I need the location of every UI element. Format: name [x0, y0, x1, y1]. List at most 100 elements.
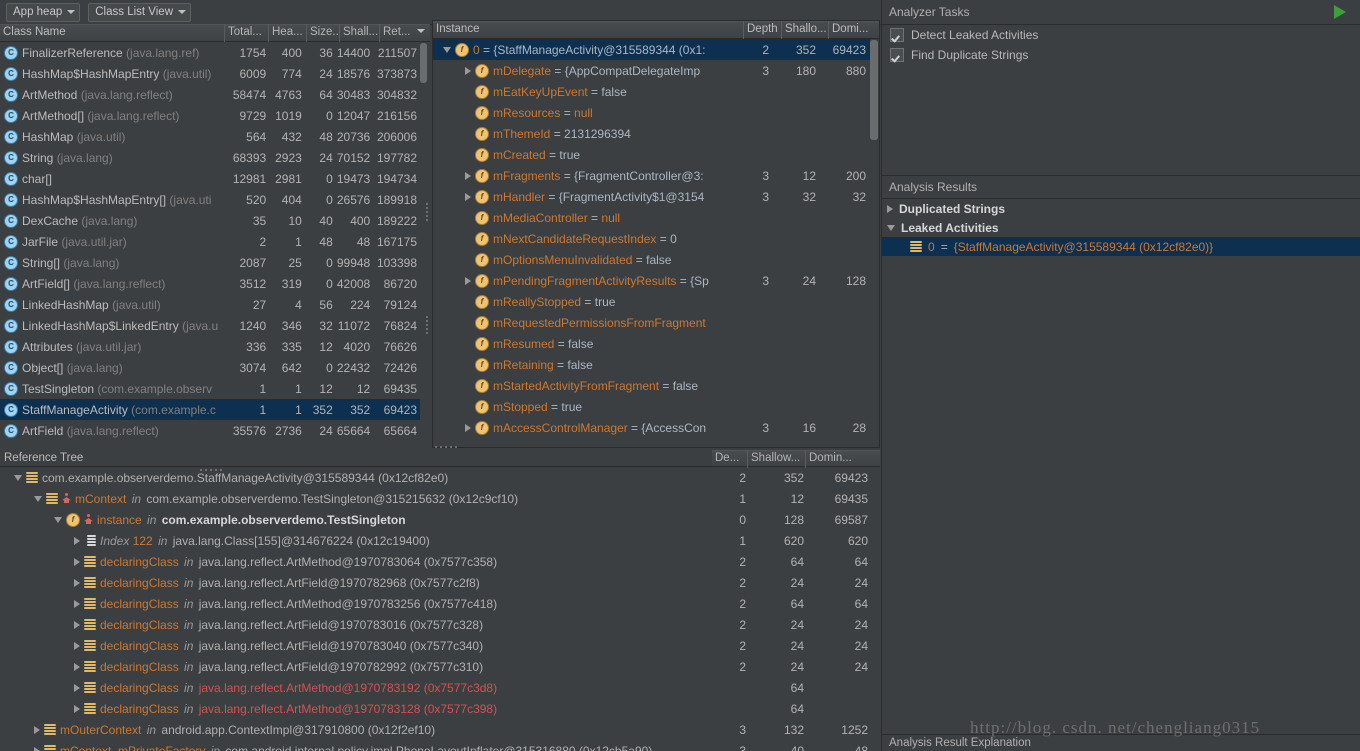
chevron-right-icon[interactable] [74, 641, 80, 650]
scrollbar-thumb[interactable] [870, 40, 878, 140]
table-row[interactable]: C ArtMethod (java.lang.reflect) 58474 4763 6… [0, 84, 421, 105]
chevron-right-icon[interactable] [34, 746, 40, 751]
reference-row[interactable]: declaringClass in java.lang.reflect.ArtM… [0, 677, 872, 698]
instance-row[interactable]: f mStopped = true [433, 396, 870, 417]
heap-selector-dropdown[interactable]: App heap [6, 2, 81, 22]
chevron-down-icon[interactable] [14, 474, 22, 481]
instance-row[interactable]: f mReallyStopped = true [433, 291, 870, 312]
table-row[interactable]: C Object[] (java.lang) 3074 642 0 22432 72426 [0, 357, 421, 378]
chevron-right-icon[interactable] [74, 620, 80, 629]
run-analysis-icon[interactable] [1334, 5, 1346, 19]
instance-row[interactable]: f0 = {StaffManageActivity@315589344 (0x1… [433, 39, 870, 60]
analysis-results-list[interactable]: Duplicated Strings Leaked Activities 0 = {… [882, 199, 1360, 256]
reference-row[interactable]: mContext, mPrivateFactory in com.android… [0, 740, 872, 751]
view-selector-dropdown[interactable]: Class List View [88, 2, 192, 22]
chevron-right-icon[interactable] [34, 725, 40, 734]
table-row[interactable]: Cchar[] 12981 2981 0 19473 194734 [0, 168, 421, 189]
column-header-ref-dominating[interactable]: Domin... [806, 450, 870, 468]
reference-row[interactable]: com.example.observerdemo.StaffManageActi… [0, 467, 872, 488]
instance-row[interactable]: f mRetaining = false [433, 354, 870, 375]
table-row[interactable]: C ArtMethod[] (java.lang.reflect) 9729 1019… [0, 105, 421, 126]
instance-rows[interactable]: f0 = {StaffManageActivity@315589344 (0x1… [433, 39, 870, 445]
column-header-shallow-size[interactable]: Shallo... [782, 21, 829, 39]
table-row[interactable]: C Attributes (java.util.jar) 336 335 12 4020 7… [0, 336, 421, 357]
reference-row[interactable]: mContext in com.example.observerdemo.Tes… [0, 488, 872, 509]
chevron-right-icon[interactable] [74, 662, 80, 671]
instance-row[interactable]: f mRequestedPermissionsFromFragment [433, 312, 870, 333]
chevron-right-icon[interactable] [74, 683, 80, 692]
reference-row[interactable]: declaringClass in java.lang.reflect.ArtM… [0, 551, 872, 572]
table-row[interactable]: C HashMap (java.util) 564 432 48 20736 206006 [0, 126, 421, 147]
analyzer-task-item[interactable]: Detect Leaked Activities [882, 25, 1360, 45]
chevron-right-icon[interactable] [465, 192, 471, 201]
table-row[interactable]: C HashMap$HashMapEntry (java.util) 6009 774… [0, 63, 421, 84]
column-header-size[interactable]: Size... [307, 24, 340, 42]
analysis-result-group[interactable]: Duplicated Strings [882, 199, 1360, 218]
instance-row[interactable]: f mResumed = false [433, 333, 870, 354]
checkbox-checked-icon[interactable] [890, 48, 904, 62]
table-row[interactable]: C HashMap$HashMapEntry[] (java.uti 520 404 0… [0, 189, 421, 210]
reference-row[interactable]: f instance in com.example.observerdemo.Te… [0, 509, 872, 530]
analyzer-task-item[interactable]: Find Duplicate Strings [882, 45, 1360, 65]
column-header-retained[interactable]: Ret... [380, 24, 430, 42]
column-header-dominating-size[interactable]: Domi... [829, 21, 879, 39]
table-row[interactable]: C String[] (java.lang) 2087 25 0 99948 103398 [0, 252, 421, 273]
instance-horizontal-splitter-handle[interactable] [435, 445, 461, 449]
instance-row[interactable]: f mThemeId = 2131296394 [433, 123, 870, 144]
instance-splitter-handle[interactable] [425, 201, 429, 223]
chevron-down-icon[interactable] [34, 495, 42, 502]
table-row[interactable]: C TestSingleton (com.example.observ 1 1 12 12… [0, 378, 421, 399]
column-header-shallow[interactable]: Shall... [340, 24, 380, 42]
column-header-total[interactable]: Total... [225, 24, 269, 42]
chevron-right-icon[interactable] [465, 423, 471, 432]
table-row[interactable]: C LinkedHashMap$LinkedEntry (java.u 1240 34… [0, 315, 421, 336]
chevron-right-icon[interactable] [465, 66, 471, 75]
instance-row[interactable]: f mHandler = {FragmentActivity$1@3154 3 32 3… [433, 186, 870, 207]
column-header-ref-depth[interactable]: De... [712, 449, 748, 468]
table-row[interactable]: C ArtField[] (java.lang.reflect) 3512 319 0 4… [0, 273, 421, 294]
chevron-right-icon[interactable] [74, 704, 80, 713]
instance-panel-scrollbar[interactable] [870, 40, 878, 444]
column-header-heap[interactable]: Hea... [269, 24, 307, 42]
instance-row[interactable]: f mAccessControlManager = {AccessCon 3 16 28 [433, 417, 870, 438]
chevron-down-icon[interactable] [54, 516, 62, 523]
table-row[interactable]: C DexCache (java.lang) 35 10 40 400 189222 [0, 210, 421, 231]
chevron-right-icon[interactable] [74, 599, 80, 608]
instance-row[interactable]: f mEatKeyUpEvent = false [433, 81, 870, 102]
chevron-right-icon[interactable] [74, 536, 80, 545]
chevron-right-icon[interactable] [74, 578, 80, 587]
instance-row[interactable]: f mPendingFragmentActivityResults = {Sp 3 2… [433, 270, 870, 291]
instance-row[interactable]: f mDelegate = {AppCompatDelegateImp 3 180 88… [433, 60, 870, 81]
column-header-depth[interactable]: Depth [744, 21, 782, 39]
instance-row[interactable]: f mCreated = true [433, 144, 870, 165]
reference-row[interactable]: declaringClass in java.lang.reflect.ArtM… [0, 698, 872, 719]
instance-row[interactable]: f mStartedActivityFromFragment = false [433, 375, 870, 396]
chevron-right-icon[interactable] [74, 557, 80, 566]
table-row[interactable]: C LinkedHashMap (java.util) 27 4 56 224 79124 [0, 294, 421, 315]
column-header-ref-shallow[interactable]: Shallow... [748, 449, 806, 468]
analysis-result-group[interactable]: Leaked Activities [882, 218, 1360, 237]
reference-row[interactable]: Index 122 in java.lang.Class[155]@314676… [0, 530, 872, 551]
leaked-activity-item[interactable]: 0 = {StaffManageActivity@315589344 (0x12… [882, 237, 1360, 256]
reference-tree-rows[interactable]: com.example.observerdemo.StaffManageActi… [0, 467, 872, 751]
chevron-right-icon[interactable] [887, 204, 893, 213]
instance-row[interactable]: f mOptionsMenuInvalidated = false [433, 249, 870, 270]
table-row[interactable]: C ArtField (java.lang.reflect) 35576 2736 24… [0, 420, 421, 441]
instance-row[interactable]: f mMediaController = null [433, 207, 870, 228]
reference-row[interactable]: declaringClass in java.lang.reflect.ArtF… [0, 572, 872, 593]
vertical-splitter-handle[interactable] [425, 314, 429, 336]
column-header-instance[interactable]: Instance [433, 21, 744, 39]
chevron-right-icon[interactable] [465, 276, 471, 285]
instance-row[interactable]: f mFragments = {FragmentController@3: 3 12 2… [433, 165, 870, 186]
class-list-scrollbar[interactable] [420, 43, 427, 445]
chevron-down-icon[interactable] [887, 224, 895, 231]
reference-row[interactable]: declaringClass in java.lang.reflect.ArtF… [0, 656, 872, 677]
instance-row[interactable]: f mResources = null [433, 102, 870, 123]
checkbox-checked-icon[interactable] [890, 28, 904, 42]
reference-row[interactable]: declaringClass in java.lang.reflect.ArtF… [0, 614, 872, 635]
chevron-down-icon[interactable] [443, 46, 451, 53]
chevron-right-icon[interactable] [465, 171, 471, 180]
reference-row[interactable]: declaringClass in java.lang.reflect.ArtF… [0, 635, 872, 656]
table-row[interactable]: C String (java.lang) 68393 2923 24 70152 19778… [0, 147, 421, 168]
class-list-rows[interactable]: C FinalizerReference (java.lang.ref) 1754 4… [0, 42, 421, 445]
